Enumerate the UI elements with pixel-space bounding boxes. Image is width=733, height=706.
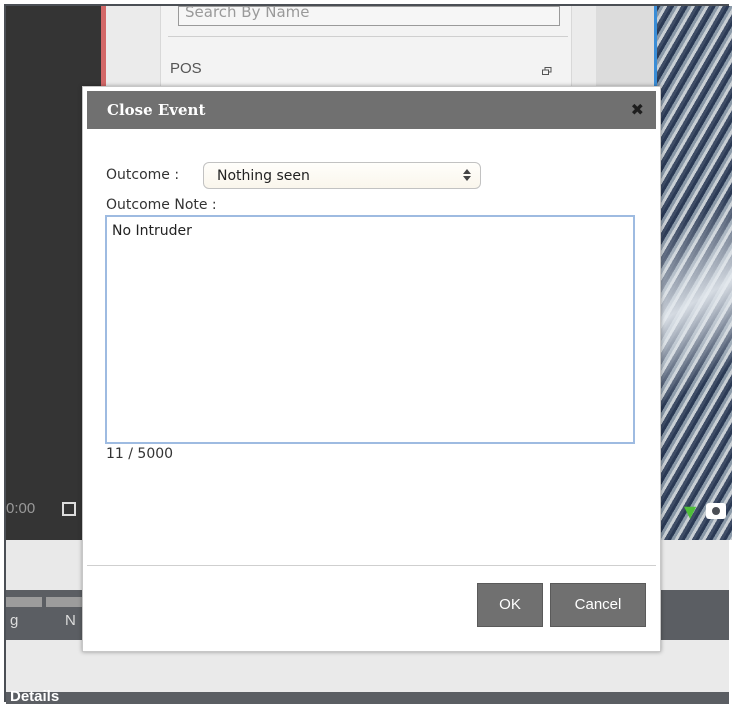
chat-icon[interactable]: ▼: [684, 502, 696, 521]
restore-window-icon[interactable]: [542, 67, 552, 75]
divider: [168, 36, 568, 37]
details-bar: [6, 692, 729, 704]
list-icon[interactable]: [62, 502, 76, 516]
dialog-header: Close Event ✖: [87, 91, 656, 129]
outcome-select[interactable]: Nothing seen: [203, 162, 481, 189]
dialog-title: Close Event: [107, 101, 206, 119]
character-count: 11 / 5000: [106, 446, 174, 462]
close-icon[interactable]: ✖: [631, 100, 644, 119]
outcome-note-textarea[interactable]: No Intruder: [105, 215, 635, 444]
video-pane-right[interactable]: [654, 6, 732, 540]
time-display: 0:00: [6, 500, 36, 517]
search-input[interactable]: Search By Name: [178, 6, 560, 26]
cancel-button[interactable]: Cancel: [550, 583, 646, 627]
outcome-selected-value: Nothing seen: [217, 168, 310, 184]
details-label: Details: [10, 688, 60, 705]
outcome-note-label: Outcome Note :: [106, 197, 217, 213]
outcome-label: Outcome :: [106, 167, 180, 183]
tab-indicator[interactable]: [6, 597, 42, 607]
select-arrows-icon: [463, 169, 471, 181]
screen: Search By Name POS 0:00 ▼ g N Details Cl…: [0, 0, 733, 706]
tab-label[interactable]: N: [65, 612, 76, 629]
dialog-separator: [87, 565, 656, 566]
close-event-dialog: Close Event ✖ Outcome : Nothing seen Out…: [82, 86, 661, 652]
ok-button[interactable]: OK: [477, 583, 543, 627]
camera-icon[interactable]: [706, 503, 726, 519]
tab-indicator[interactable]: [46, 597, 82, 607]
section-title-pos: POS: [170, 60, 202, 77]
tab-label[interactable]: g: [10, 612, 18, 629]
